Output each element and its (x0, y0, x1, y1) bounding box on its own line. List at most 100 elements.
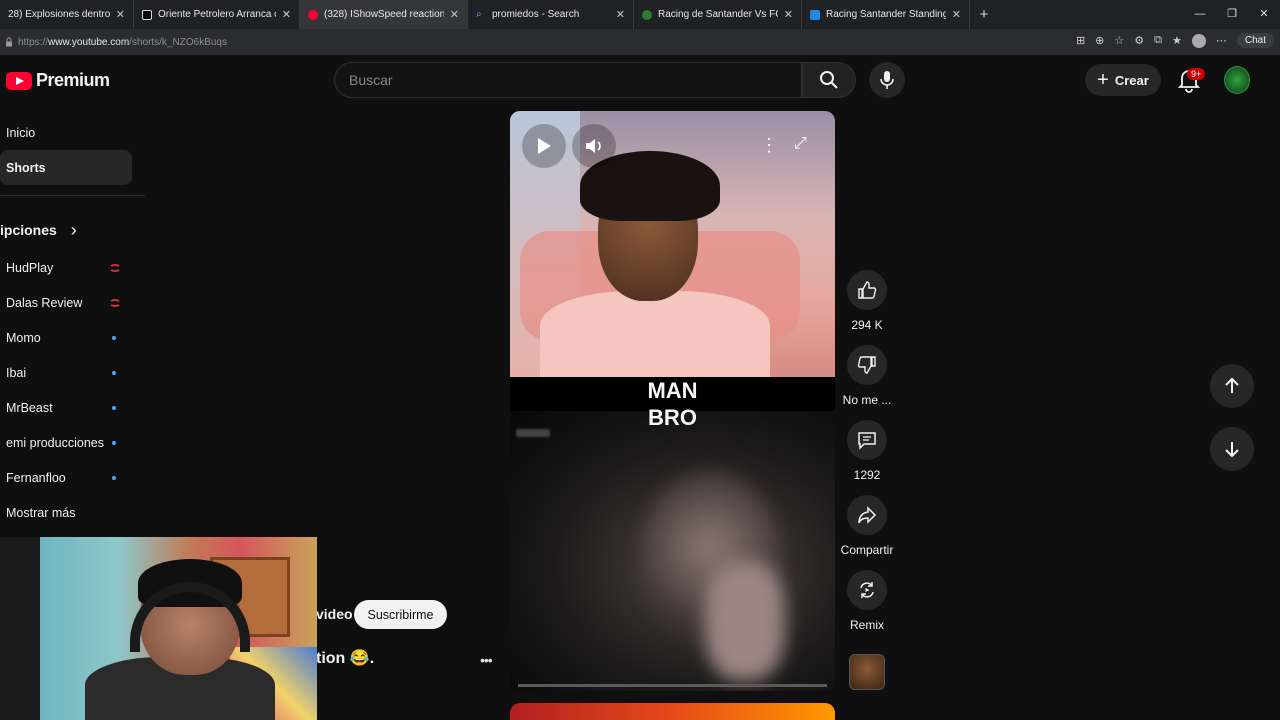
sidebar-channel-ibai[interactable]: Ibai (0, 355, 145, 390)
reaction-video-bottom (510, 411, 835, 691)
search-placeholder: Buscar (349, 72, 393, 88)
live-indicator-icon (109, 298, 121, 307)
play-button[interactable] (522, 124, 566, 168)
youtube-premium-logo[interactable]: Premium (6, 70, 110, 91)
microphone-icon (880, 71, 894, 89)
extensions-icon[interactable]: ⚙ (1134, 34, 1144, 47)
browser-tab[interactable]: 28) Explosiones dentro del estadi ✕ (0, 0, 134, 29)
plus-icon: + (1097, 68, 1109, 91)
browser-tab[interactable]: Racing Santander Standings Socce ✕ (802, 0, 970, 29)
dislike-button[interactable] (847, 345, 887, 385)
comment-icon (858, 432, 876, 450)
play-icon (538, 138, 551, 154)
short-video-player[interactable]: ⋮ ⤢ MAN BRO (510, 111, 835, 691)
search-input[interactable]: Buscar (334, 62, 802, 98)
remix-action[interactable]: Remix (840, 570, 894, 632)
browser-tab[interactable]: Racing de Santander Vs FC Barcelo ✕ (634, 0, 802, 29)
share-action[interactable]: Compartir (840, 495, 894, 557)
app-available-icon[interactable]: ⊞ (1076, 34, 1085, 47)
browser-tab[interactable]: ⌕ promiedos - Search ✕ (468, 0, 634, 29)
share-label: Compartir (840, 543, 894, 557)
blurred-hand (705, 561, 785, 681)
browser-tab-active[interactable]: (328) IShowSpeed reaction 😂 #i ✕ (300, 0, 468, 29)
profile-icon[interactable] (1191, 33, 1206, 48)
reaction-video-top: ⋮ ⤢ (510, 111, 835, 377)
show-more-button[interactable]: Mostrar más (0, 495, 145, 530)
sidebar-channel-momo[interactable]: Momo (0, 320, 145, 355)
like-button[interactable] (847, 270, 887, 310)
close-window-button[interactable]: ✕ (1248, 0, 1280, 29)
next-short-preview[interactable] (510, 703, 835, 720)
caption-line: BRO (648, 405, 697, 430)
url-text[interactable]: https://www.youtube.com/shorts/k_NZO6kBu… (18, 37, 227, 48)
more-menu-icon[interactable]: ⋯ (1216, 34, 1227, 47)
previous-short-button[interactable] (1210, 364, 1254, 408)
short-title: tion 😂. (316, 650, 375, 667)
sidebar-channel-hudplay[interactable]: HudPlay (0, 250, 145, 285)
subscribe-button[interactable]: Suscribirme (354, 600, 447, 629)
restore-button[interactable]: ❐ (1216, 0, 1248, 29)
window-controls: — ❐ ✕ (1184, 0, 1280, 29)
like-action[interactable]: 294 K (840, 270, 894, 332)
sidebar-channel-emi-producciones[interactable]: emi producciones (0, 425, 145, 460)
youtube-favicon-icon (308, 9, 318, 20)
channel-avatar-thumbnail[interactable] (849, 654, 885, 690)
sidebar-channel-mrbeast[interactable]: MrBeast (0, 390, 145, 425)
channel-label: emi producciones (6, 435, 104, 450)
search-button[interactable] (802, 62, 856, 98)
tab-close-icon[interactable]: ✕ (784, 8, 793, 21)
share-button[interactable] (847, 495, 887, 535)
tab-close-icon[interactable]: ✕ (450, 8, 459, 21)
tab-title: Racing de Santander Vs FC Barcelo (658, 9, 778, 20)
chevron-right-icon: › (70, 219, 77, 240)
account-avatar[interactable] (1224, 66, 1250, 94)
thumbs-down-icon (857, 356, 876, 374)
remix-button[interactable] (847, 570, 887, 610)
video-caption-overlay: MAN BRO (510, 377, 835, 431)
tab-close-icon[interactable]: ✕ (116, 8, 125, 21)
site-favicon-icon (642, 9, 652, 20)
show-more-label: Mostrar más (6, 505, 76, 520)
favorites-icon[interactable]: ★ (1172, 34, 1182, 47)
browser-tab[interactable]: Oriente Petrolero Arranca con Vic ✕ (134, 0, 300, 29)
tab-close-icon[interactable]: ✕ (616, 8, 625, 21)
tab-close-icon[interactable]: ✕ (952, 8, 961, 21)
create-button[interactable]: + Crear (1085, 64, 1161, 96)
more-actions-icon[interactable]: ••• (480, 652, 493, 668)
sidebar-channel-fernanfloo[interactable]: Fernanfloo (0, 460, 145, 495)
thumbs-up-icon (858, 281, 877, 299)
more-options-icon[interactable]: ⋮ (760, 135, 778, 156)
tiktok-favicon-icon (142, 9, 152, 20)
new-tab-button[interactable]: + (970, 6, 998, 23)
channel-label: HudPlay (6, 260, 54, 275)
live-indicator-icon (109, 263, 121, 272)
dislike-action[interactable]: No me ... (840, 345, 894, 407)
zoom-icon[interactable]: ⊕ (1095, 34, 1104, 47)
voice-search-button[interactable] (869, 62, 905, 98)
collections-icon[interactable]: ⧉ (1154, 34, 1162, 47)
streamer-webcam-overlay (0, 537, 317, 720)
sidebar-item-inicio[interactable]: Inicio (0, 115, 145, 150)
video-progress-bar[interactable] (518, 684, 827, 687)
comments-count: 1292 (853, 468, 881, 482)
minimize-button[interactable]: — (1184, 0, 1216, 29)
channel-label: MrBeast (6, 400, 53, 415)
new-content-dot-icon (112, 405, 116, 410)
favorite-star-icon[interactable]: ☆ (1114, 34, 1124, 47)
tab-close-icon[interactable]: ✕ (282, 8, 291, 21)
comments-button[interactable] (847, 420, 887, 460)
new-content-dot-icon (112, 335, 116, 340)
volume-button[interactable] (572, 124, 616, 168)
sidebar-item-shorts[interactable]: Shorts (0, 150, 132, 185)
address-bar-icons: ⊞ ⊕ ☆ ⚙ ⧉ ★ ⋯ Chat (1076, 33, 1274, 48)
sidebar-channel-dalas-review[interactable]: Dalas Review (0, 285, 145, 320)
address-bar[interactable]: https://www.youtube.com/shorts/k_NZO6kBu… (0, 29, 1280, 55)
arrow-down-icon (1225, 442, 1239, 458)
next-short-button[interactable] (1210, 427, 1254, 471)
copilot-chat-button[interactable]: Chat (1236, 33, 1274, 48)
fullscreen-icon[interactable]: ⤢ (794, 135, 807, 153)
comments-action[interactable]: 1292 (840, 420, 894, 482)
subscriptions-heading[interactable]: ipciones › (0, 210, 145, 250)
sidebar: Inicio Shorts ipciones › HudPlay Dalas R… (0, 115, 145, 551)
tab-title: promiedos - Search (492, 9, 580, 20)
